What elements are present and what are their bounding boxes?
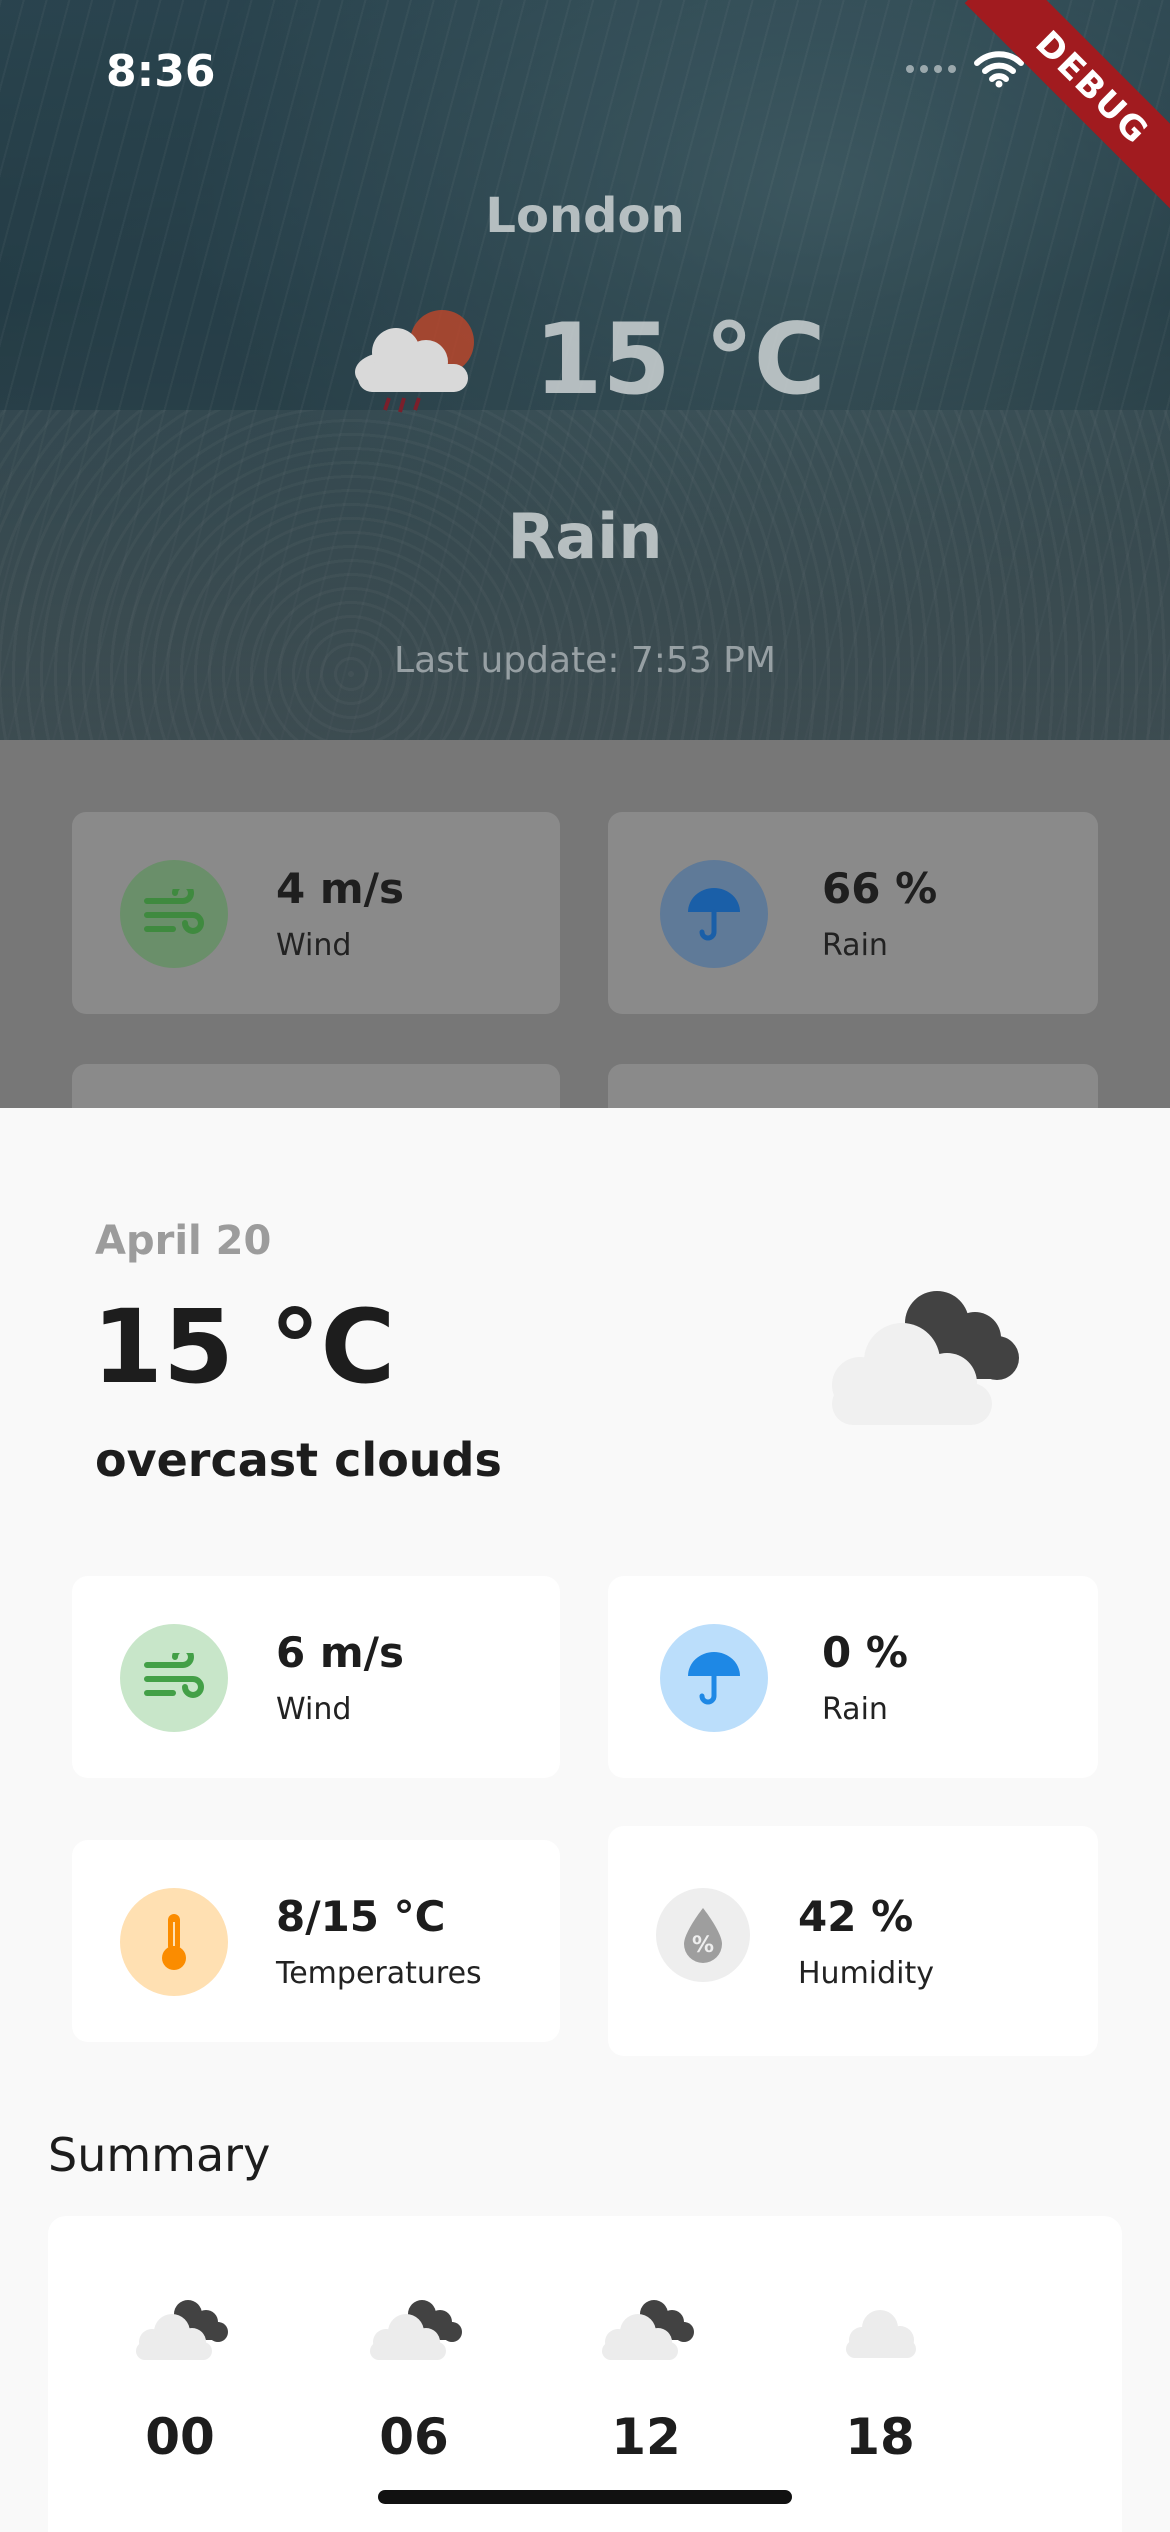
temperatures-label: Temperatures bbox=[276, 1956, 482, 1991]
forecast-description: overcast clouds bbox=[95, 1433, 502, 1487]
summary-title: Summary bbox=[48, 2128, 271, 2182]
rain-value: 0 % bbox=[822, 1628, 908, 1677]
hour-label: 18 bbox=[845, 2408, 915, 2466]
svg-text:%: % bbox=[692, 1933, 714, 1958]
humidity-label: Humidity bbox=[798, 1956, 935, 1991]
cloud-icon bbox=[846, 2310, 916, 2358]
rain-label: Rain bbox=[822, 1692, 888, 1727]
forecast-date: April 20 bbox=[95, 1218, 272, 1264]
humidity-value: 42 % bbox=[798, 1892, 914, 1941]
bg-wind-value: 4 m/s bbox=[276, 864, 404, 913]
forecast-temperature: 15 °C bbox=[92, 1288, 396, 1407]
bg-rain-value: 66 % bbox=[822, 864, 938, 913]
humidity-card: % 42 % Humidity bbox=[608, 1826, 1098, 2056]
last-update: Last update: 7:53 PM bbox=[394, 640, 776, 681]
current-condition: Rain bbox=[507, 500, 663, 573]
current-weather: London 15 °C Rain Last update: 7:53 PM bbox=[0, 0, 1170, 740]
temperatures-value: 8/15 °C bbox=[276, 1892, 446, 1941]
hour-label: 12 bbox=[611, 2408, 681, 2466]
thermometer-icon bbox=[120, 1888, 228, 1996]
wind-value: 6 m/s bbox=[276, 1628, 404, 1677]
wind-label: Wind bbox=[276, 1692, 352, 1727]
signal-icon bbox=[906, 65, 956, 73]
hour-label: 06 bbox=[379, 2408, 449, 2466]
rain-sun-icon bbox=[355, 310, 475, 413]
bg-rain-label: Rain bbox=[822, 928, 888, 963]
overcast-clouds-icon bbox=[602, 2300, 694, 2360]
hour-item: 12 bbox=[556, 2296, 736, 2466]
home-indicator[interactable] bbox=[378, 2490, 792, 2504]
hour-item: 18 bbox=[790, 2296, 970, 2466]
humidity-icon: % bbox=[656, 1888, 750, 1982]
hour-item: 06 bbox=[324, 2296, 504, 2466]
hour-item: 00 bbox=[90, 2296, 270, 2466]
daily-detail-sheet[interactable]: April 20 15 °C overcast clouds 6 m/s Win… bbox=[0, 1108, 1170, 2532]
hour-label: 00 bbox=[145, 2408, 215, 2466]
bg-wind-card: 4 m/s Wind bbox=[72, 812, 560, 1014]
umbrella-icon bbox=[660, 860, 768, 968]
overcast-clouds-icon bbox=[370, 2300, 462, 2360]
temperatures-card: 8/15 °C Temperatures bbox=[72, 1840, 560, 2042]
status-time: 8:36 bbox=[106, 46, 216, 97]
current-temperature: 15 °C bbox=[534, 303, 826, 417]
background-stats: 4 m/s Wind 66 % Rain bbox=[0, 740, 1170, 1266]
wind-icon bbox=[120, 860, 228, 968]
umbrella-icon bbox=[660, 1624, 768, 1732]
rain-card: 0 % Rain bbox=[608, 1576, 1098, 1778]
hourly-summary: 00 06 12 18 bbox=[48, 2216, 1122, 2532]
wind-icon bbox=[120, 1624, 228, 1732]
wind-card: 6 m/s Wind bbox=[72, 1576, 560, 1778]
bg-wind-label: Wind bbox=[276, 928, 352, 963]
weather-hero: London 15 °C Rain Last update: 7:53 PM bbox=[0, 0, 1170, 740]
current-temp-row: 15 °C bbox=[0, 300, 1170, 420]
overcast-clouds-icon bbox=[136, 2300, 228, 2360]
overcast-clouds-icon bbox=[832, 1291, 1019, 1425]
city-name: London bbox=[485, 188, 685, 244]
bg-rain-card: 66 % Rain bbox=[608, 812, 1098, 1014]
